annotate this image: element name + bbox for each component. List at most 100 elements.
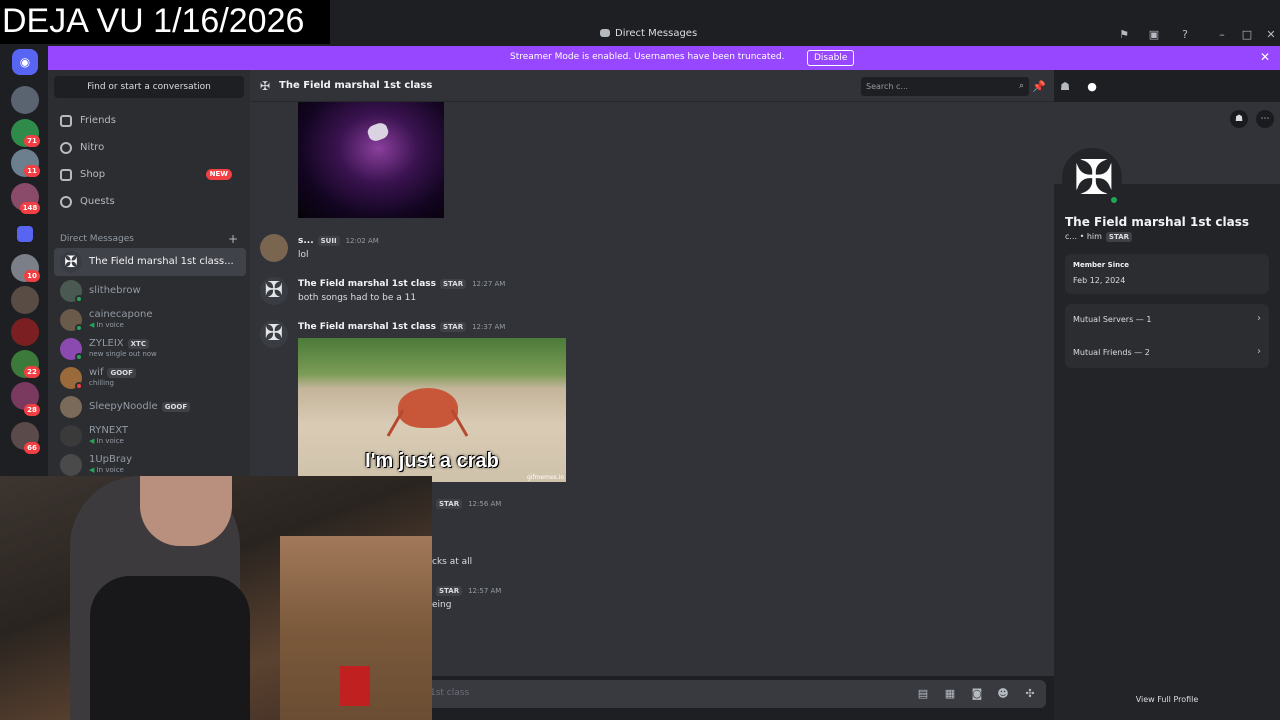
maximize-button[interactable]: □ [1240, 28, 1254, 42]
guild-tag: STAR [440, 279, 467, 289]
close-banner-icon[interactable]: ✕ [1260, 50, 1270, 64]
dm-item[interactable]: wif GOOF chilling [54, 364, 246, 392]
avatar: ✠ [260, 277, 288, 305]
user-profile-icon[interactable]: ● [1085, 80, 1099, 94]
new-badge: NEW [205, 169, 232, 180]
dnd-status-icon [75, 382, 83, 390]
voice-icon: ◀ [89, 466, 97, 474]
gift-icon[interactable]: ▤ [916, 687, 930, 701]
dm-item[interactable]: SleepyNoodle GOOF [54, 393, 246, 421]
crab-leg [386, 409, 405, 437]
profile-avatar[interactable]: ✠ [1062, 148, 1122, 208]
nav-label: Quests [80, 196, 115, 207]
streamer-mode-banner: Streamer Mode is enabled. Usernames have… [48, 46, 1280, 70]
server-icon[interactable] [11, 286, 39, 314]
message-image-attachment[interactable] [298, 102, 444, 218]
server-icon[interactable] [11, 86, 39, 114]
server-badge: 71 [24, 135, 40, 147]
search-icon: ⌕ [1018, 81, 1024, 91]
server-badge: 10 [24, 270, 40, 282]
profile-pronouns: c... • him [1065, 232, 1102, 241]
dm-status: new single out now [89, 350, 157, 358]
gif-icon[interactable]: ▦ [943, 687, 957, 701]
avatar: ✠ [260, 320, 288, 348]
message-author: STAR 12:57 AM [432, 586, 501, 596]
close-window-button[interactable]: ✕ [1264, 28, 1278, 42]
avatar [60, 425, 82, 447]
window-title: Direct Messages [600, 28, 697, 39]
dm-status-text: In voice [96, 321, 124, 329]
avatar [260, 234, 288, 262]
quests-icon [60, 196, 72, 208]
dm-status-text: new single out now [89, 350, 157, 358]
guild-tag: STAR [436, 499, 463, 509]
nav-shop[interactable]: Shop NEW [54, 162, 244, 188]
server-badge: 22 [24, 366, 40, 378]
dm-status: chilling [89, 379, 114, 387]
message-time: 12:37 AM [472, 323, 506, 331]
nav-friends[interactable]: Friends [54, 108, 244, 134]
dm-item[interactable]: 1UpBray ◀ In voice [54, 451, 246, 479]
author-name: The Field marshal 1st class [298, 279, 436, 289]
guild-tag: GOOF [107, 368, 136, 378]
chat-search-input[interactable]: Search c... ⌕ [861, 77, 1029, 96]
dm-item[interactable]: cainecapone ◀ In voice [54, 306, 246, 334]
minimize-button[interactable]: – [1215, 28, 1229, 42]
message-author: STAR 12:56 AM [432, 499, 501, 509]
avatar [60, 454, 82, 476]
disable-streamer-mode-button[interactable]: Disable [807, 50, 855, 66]
add-friends-icon[interactable]: ☗ [1058, 80, 1072, 94]
help-icon[interactable]: ? [1178, 28, 1192, 42]
message-text: lol [298, 250, 309, 260]
user-profile-panel: ☗ ⋯ ✠ The Field marshal 1st class c... •… [1054, 102, 1280, 720]
emoji-icon[interactable]: ☻ [996, 687, 1010, 701]
server-icon[interactable] [11, 318, 39, 346]
guild-tag: XTC [127, 339, 149, 349]
profile-name: The Field marshal 1st class [1065, 215, 1249, 229]
avatar [60, 396, 82, 418]
friends-icon [60, 115, 72, 127]
crab-gif-attachment[interactable]: I'm just a crab gifmemes.io [298, 338, 566, 482]
dm-name: 1UpBray [89, 454, 133, 465]
message-time: 12:56 AM [468, 500, 502, 508]
dm-status-text: In voice [96, 437, 124, 445]
message-time: 12:57 AM [468, 587, 502, 595]
chevron-right-icon: › [1257, 313, 1261, 324]
dm-name-text: SleepyNoodle [89, 401, 158, 412]
mutual-servers-row[interactable]: Mutual Servers — 1 [1073, 315, 1151, 324]
find-conversation-button[interactable]: Find or start a conversation [54, 76, 244, 98]
dm-name: SleepyNoodle GOOF [89, 401, 191, 412]
dm-item[interactable]: RYNEXT ◀ In voice [54, 422, 246, 450]
voice-icon: ◀ [89, 437, 97, 445]
view-full-profile-link[interactable]: View Full Profile [1054, 695, 1280, 704]
dm-status: ◀ In voice [89, 437, 124, 445]
flag-icon[interactable]: ⚑ [1117, 28, 1131, 42]
discord-home-icon[interactable]: ◉ [12, 49, 38, 75]
add-friend-icon[interactable]: ☗ [1230, 110, 1248, 128]
stream-overlay-title: DEJA VU 1/16/2026 [0, 0, 330, 44]
gif-caption: I'm just a crab [365, 450, 499, 472]
dm-name: cainecapone [89, 309, 153, 320]
dm-item[interactable]: slithebrow [54, 277, 246, 305]
webcam-overlay [0, 476, 432, 720]
server-badge: 148 [20, 202, 40, 214]
dm-item[interactable]: ✠ The Field marshal 1st class... [54, 248, 246, 276]
message-text: eing [432, 600, 452, 610]
more-options-icon[interactable]: ⋯ [1256, 110, 1274, 128]
message-text: both songs had to be a 11 [298, 293, 417, 303]
folder-icon[interactable] [17, 226, 33, 242]
create-dm-icon[interactable]: + [228, 232, 238, 246]
dm-status-text: chilling [89, 379, 114, 387]
chevron-right-icon: › [1257, 346, 1261, 357]
streamer-shirt [90, 576, 250, 720]
apps-icon[interactable]: ✣ [1023, 687, 1037, 701]
dm-item[interactable]: ZYLEIX XTC new single out now [54, 335, 246, 363]
profile-subtitle: c... • him STAR [1065, 232, 1133, 242]
pinned-messages-icon[interactable]: 📌 [1032, 80, 1046, 94]
nav-nitro[interactable]: Nitro [54, 135, 244, 161]
nav-quests[interactable]: Quests [54, 189, 244, 215]
dm-status: ◀ In voice [89, 321, 124, 329]
inbox-icon[interactable]: ▣ [1147, 28, 1161, 42]
mutual-friends-row[interactable]: Mutual Friends — 2 [1073, 348, 1150, 357]
sticker-icon[interactable]: ◙ [970, 687, 984, 701]
